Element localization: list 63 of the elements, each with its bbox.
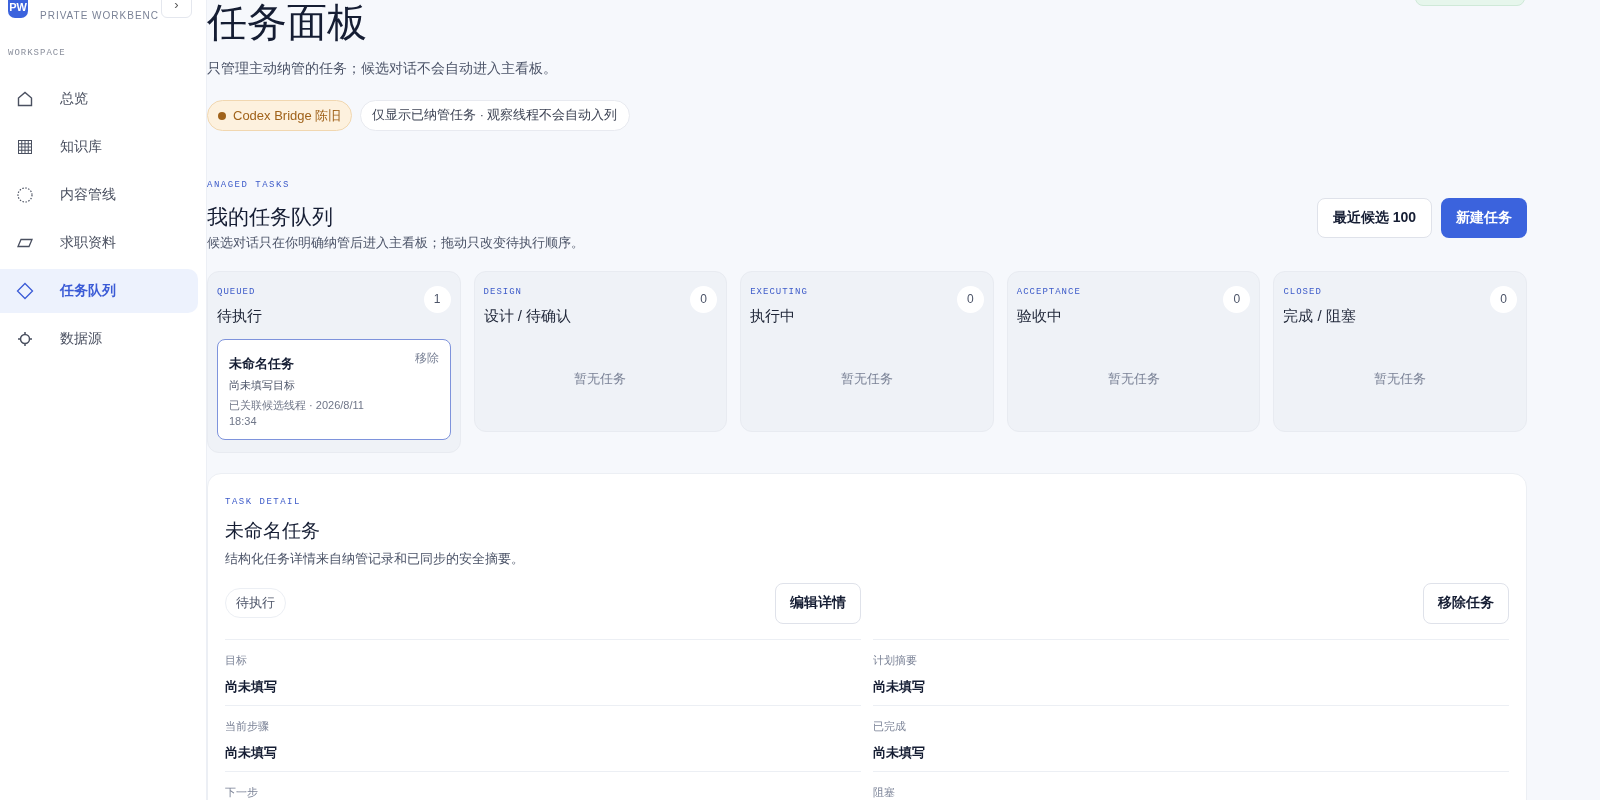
section-eyebrow: ANAGED TASKS [207,179,291,192]
new-task-button[interactable]: 新建任务 [1441,197,1527,238]
page-title: 任务面板 [207,0,367,46]
remove-link[interactable]: 移除 [414,349,439,366]
status-pill: Codex Bridge 陈旧 [207,100,353,131]
column-title: 完成 / 阻塞 [1283,306,1356,327]
recent-candidates-button[interactable]: 最近候选 100 [1316,197,1432,238]
field-label: 当前步骤 [225,718,270,734]
nav-item[interactable]: 内容管线 [0,172,198,217]
remove-task-button[interactable]: 移除任务 [1423,582,1509,624]
count-badge: 1 [423,285,451,313]
column-eyebrow: ACCEPTANCE [1016,285,1081,299]
count-badge: 0 [690,285,718,313]
detail-subtitle: 结构化任务详情来自纳管记录和已同步的安全摘要。 [225,550,525,568]
card-goal: 尚未填写目标 [229,378,296,394]
detail-title: 未命名任务 [225,519,321,544]
column-eyebrow: DESIGN [483,285,523,299]
field-label: 计划摘要 [873,652,918,668]
count-badge: 0 [1223,285,1251,313]
empty-state: 暂无任务 [573,370,628,388]
column-title: 验收中 [1016,306,1063,327]
dotted-circle-icon [16,185,34,204]
column-eyebrow: EXECUTING [750,285,808,299]
info-pill: 仅显示已纳管任务 · 观察线程不会自动入列 [360,100,630,131]
nav-item[interactable]: 总览 [0,76,198,121]
edit-details-button[interactable]: 编辑详情 [775,582,861,624]
count-badge: 0 [1490,285,1517,313]
field-value: 尚未填写 [873,678,926,696]
collapse-button[interactable]: › [161,0,192,18]
column-title: 设计 / 待确认 [483,306,572,327]
field-value: 尚未填写 [225,744,278,762]
diamond-icon [16,281,34,300]
grid-icon [16,137,34,156]
settings-icon [16,329,34,348]
column-title: 待执行 [217,306,262,327]
field-value: 尚未填写 [225,678,278,696]
column-eyebrow: CLOSED [1283,285,1323,299]
logo: PW [8,0,28,18]
field-value: 尚未填写 [873,744,926,762]
detail-eyebrow: TASK DETAIL [225,495,302,509]
nav-item[interactable]: 任务队列 [0,268,198,313]
empty-state: 暂无任务 [1373,370,1428,388]
field-label: 阻塞 [873,784,896,800]
nav-item[interactable]: 求职资料 [0,220,198,265]
column-title: 执行中 [750,306,797,327]
field-label: 下一步 [225,784,259,800]
section-subtitle: 候选对话只在你明确纳管后进入主看板；拖动只改变待执行顺序。 [207,235,584,252]
section-label: WORKSPACE [8,47,67,60]
card-title: 未命名任务 [229,354,294,373]
nav-item[interactable]: 知识库 [0,124,198,169]
field-label: 目标 [225,652,248,668]
field-label: 已完成 [873,718,907,734]
task-card[interactable]: 未命名任务 移除 尚未填写目标 已关联候选线程 · 2026/8/11 18:34 [217,338,451,440]
count-badge: 0 [956,285,984,313]
page-subtitle: 只管理主动纳管的任务；候选对话不会自动进入主看板。 [207,59,558,78]
home-icon [16,89,34,108]
empty-state: 暂无任务 [1106,370,1161,388]
empty-state: 暂无任务 [840,370,894,388]
nav-item[interactable]: 数据源 [0,316,198,361]
section-title: 我的任务队列 [207,203,334,230]
app-subtitle: PRIVATE WORKBENC [40,9,159,23]
card-meta: 已关联候选线程 · 2026/8/11 18:34 [229,397,365,429]
column-eyebrow: QUEUED [217,285,257,299]
